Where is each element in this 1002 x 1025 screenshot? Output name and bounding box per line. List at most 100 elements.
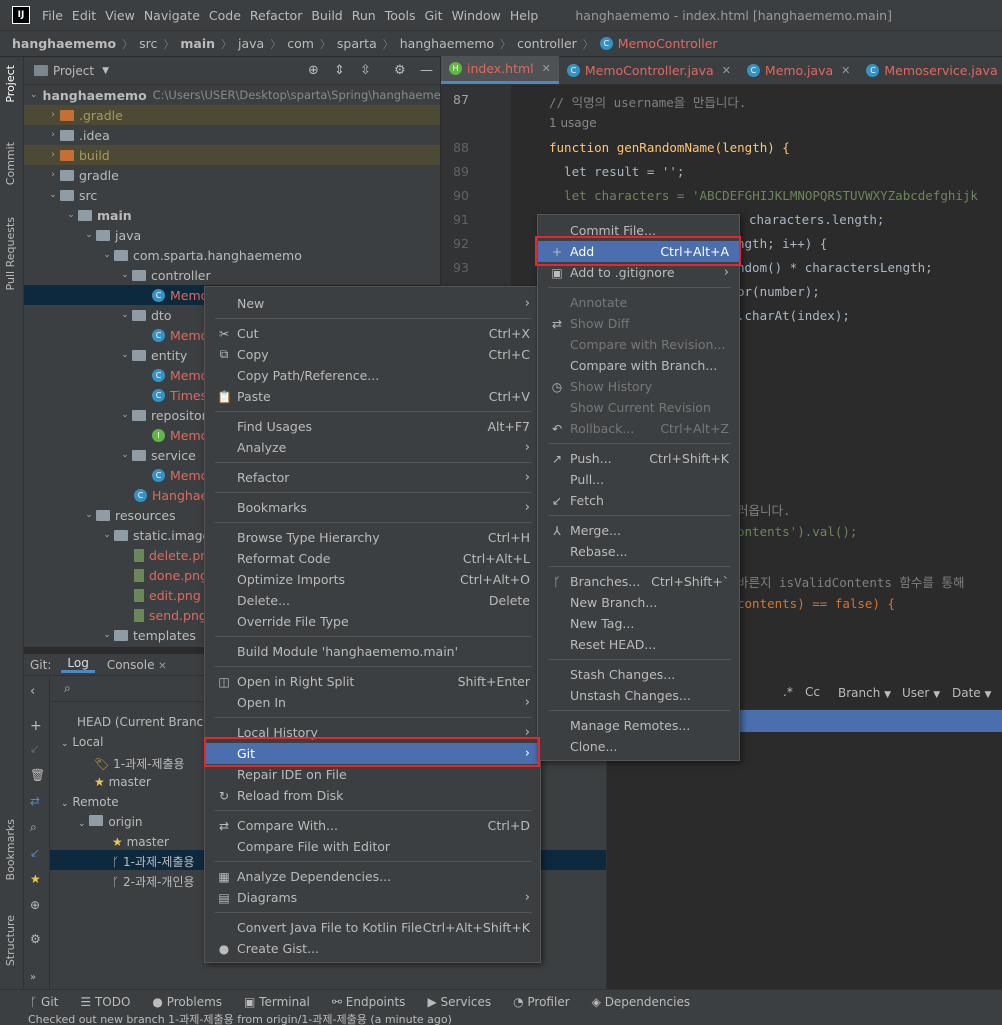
menu-build[interactable]: Build xyxy=(311,8,342,23)
menu-item-refactor[interactable]: Refactor › xyxy=(205,467,540,488)
tree-row[interactable]: ⌄ main xyxy=(64,205,440,225)
code-line[interactable]: 1 usage xyxy=(549,116,597,130)
menu-item-compare-with[interactable]: ⇄ Compare With... Ctrl+D xyxy=(205,815,540,836)
chevron-icon[interactable]: ⌄ xyxy=(30,90,38,100)
menu-item-open-in[interactable]: Open In › xyxy=(205,692,540,713)
chevron-icon[interactable]: ⌄ xyxy=(100,250,114,260)
menu-item-cut[interactable]: ✂ Cut Ctrl+X xyxy=(205,323,540,344)
menu-item-push[interactable]: ↗ Push... Ctrl+Shift+K xyxy=(538,448,739,469)
chevron-icon[interactable]: ⌄ xyxy=(82,230,96,240)
menu-item-create-gist[interactable]: ● Create Gist... xyxy=(205,938,540,959)
code-line[interactable]: let characters = 'ABCDEFGHIJKLMNOPQRSTUV… xyxy=(549,188,978,203)
menu-window[interactable]: Window xyxy=(452,8,501,23)
chevron-icon[interactable]: › xyxy=(46,150,60,160)
chevron-icon[interactable]: ⌄ xyxy=(118,270,132,280)
menu-item-reload-from-disk[interactable]: ↻ Reload from Disk xyxy=(205,785,540,806)
menu-item-manage-remotes[interactable]: Manage Remotes... xyxy=(538,715,739,736)
menu-item-convert-java-file-to-kotlin-file[interactable]: Convert Java File to Kotlin File Ctrl+Alt… xyxy=(205,917,540,938)
code-line[interactable]: function genRandomName(length) { xyxy=(549,140,790,155)
branch-remote-item[interactable]: ᚴ 2-과제-개인용 xyxy=(112,873,195,890)
tool-dependencies[interactable]: ◈ Dependencies xyxy=(592,995,690,1009)
menu-item-analyze-dependencies[interactable]: ▦ Analyze Dependencies... xyxy=(205,866,540,887)
menu-navigate[interactable]: Navigate xyxy=(144,8,200,23)
menu-item-new-tag[interactable]: New Tag... xyxy=(538,613,739,634)
code-line[interactable]: // 익명의 username을 만듭니다. xyxy=(549,92,746,111)
tab-memoservice[interactable]: CMemoservice.java✕ xyxy=(858,56,1002,84)
tool-git[interactable]: ᚴ Git xyxy=(30,995,58,1009)
code-line[interactable]: ontents').val(); xyxy=(737,524,857,539)
chevron-icon[interactable]: ⌄ xyxy=(46,190,60,200)
tree-row[interactable]: › build xyxy=(24,145,440,165)
branch-remote-item[interactable]: ★ master xyxy=(112,835,169,849)
branch-local-item[interactable]: 🏷 1-과제-제출용 xyxy=(94,755,185,772)
menu-item-new[interactable]: New › xyxy=(205,293,540,314)
expand-all-icon[interactable]: ⇕ xyxy=(334,63,345,78)
menu-item-new-branch[interactable]: New Branch... xyxy=(538,592,739,613)
menu-item-reset-head[interactable]: Reset HEAD... xyxy=(538,634,739,655)
add-icon[interactable]: + xyxy=(30,718,42,734)
collapse-all-icon[interactable]: ⇳ xyxy=(360,63,371,78)
tree-row[interactable]: › .idea xyxy=(46,125,440,145)
menu-view[interactable]: View xyxy=(105,8,135,23)
menu-tools[interactable]: Tools xyxy=(385,8,416,23)
chevron-icon[interactable]: ⌄ xyxy=(82,510,96,520)
code-line[interactable]: ngth; i++) { xyxy=(737,236,827,251)
code-line[interactable]: .charAt(index); xyxy=(737,308,850,323)
menu-item-compare-with-branch[interactable]: Compare with Branch... xyxy=(538,355,739,376)
code-line[interactable]: or(number); xyxy=(737,284,820,299)
project-view-title[interactable]: Project xyxy=(53,64,94,78)
menu-item-diagrams[interactable]: ▤ Diagrams › xyxy=(205,887,540,908)
menu-item-browse-type-hierarchy[interactable]: Browse Type Hierarchy Ctrl+H xyxy=(205,527,540,548)
code-line[interactable]: 바른지 isValidContents 함수를 통해 xyxy=(737,572,964,591)
tree-row[interactable]: › .gradle xyxy=(24,105,440,125)
chevron-icon[interactable]: ⌄ xyxy=(118,450,132,460)
tree-row[interactable]: ⌄ src xyxy=(46,185,440,205)
menu-edit[interactable]: Edit xyxy=(72,8,96,23)
back-icon[interactable]: ‹ xyxy=(30,684,35,699)
tool-problems[interactable]: ● Problems xyxy=(152,995,222,1009)
menu-item-copy-path-reference[interactable]: Copy Path/Reference... xyxy=(205,365,540,386)
menu-git[interactable]: Git xyxy=(425,8,443,23)
commit-tool-tab[interactable]: Commit xyxy=(4,142,17,185)
gear-icon[interactable]: ⚙ xyxy=(394,63,406,78)
tree-row[interactable]: › gradle xyxy=(46,165,440,185)
trash-icon[interactable]: 🗑 xyxy=(30,768,45,782)
menu-item-branches[interactable]: ᚴ Branches... Ctrl+Shift+` xyxy=(538,571,739,592)
chevron-down-icon[interactable]: ▼ xyxy=(102,66,109,76)
crumb-java[interactable]: java xyxy=(238,36,264,51)
tool-terminal[interactable]: ▣ Terminal xyxy=(244,995,310,1009)
tool-endpoints[interactable]: ⚯ Endpoints xyxy=(332,995,406,1009)
menu-item-fetch[interactable]: ↙ Fetch xyxy=(538,490,739,511)
menu-item-stash-changes[interactable]: Stash Changes... xyxy=(538,664,739,685)
update-icon[interactable]: ↙ xyxy=(30,846,40,860)
menu-item-repair-ide-on-file[interactable]: Repair IDE on File xyxy=(205,764,540,785)
chevron-icon[interactable]: ⌄ xyxy=(100,630,114,640)
chevron-icon[interactable]: ⌄ xyxy=(118,410,132,420)
chevron-icon[interactable]: › xyxy=(46,170,60,180)
crumb-project[interactable]: hanghaememo xyxy=(12,36,116,51)
tree-row[interactable]: ⌄ hanghaememo C:\Users\USER\Desktop\sparta… xyxy=(30,85,459,105)
chevron-icon[interactable]: › xyxy=(46,130,60,140)
fetch-icon[interactable]: ↙ xyxy=(30,742,40,756)
crumb-com[interactable]: com xyxy=(287,36,314,51)
tab-memo[interactable]: C Memo.java ✕ xyxy=(739,56,858,84)
branch-remote-group[interactable]: ⌄ Remote xyxy=(61,795,119,809)
close-icon[interactable]: ✕ xyxy=(542,62,551,75)
menu-item-rebase[interactable]: Rebase... xyxy=(538,541,739,562)
menu-item-show-history[interactable]: ◷ Show History xyxy=(538,376,739,397)
menu-item-optimize-imports[interactable]: Optimize Imports Ctrl+Alt+O xyxy=(205,569,540,590)
menu-item-unstash-changes[interactable]: Unstash Changes... xyxy=(538,685,739,706)
search-icon[interactable]: ⌕ xyxy=(30,820,37,835)
code-line[interactable]: contents) == false) { xyxy=(737,596,895,611)
menu-item-annotate[interactable]: Annotate xyxy=(538,292,739,313)
chevron-icon[interactable]: ⌄ xyxy=(100,530,114,540)
locate-icon[interactable]: ⊕ xyxy=(308,63,319,78)
branch-filter[interactable]: Branch ▼ xyxy=(838,686,891,700)
date-filter[interactable]: Date ▼ xyxy=(952,686,991,700)
tab-log[interactable]: Log xyxy=(61,656,95,673)
menu-code[interactable]: Code xyxy=(209,8,241,23)
menu-item-build-module-hanghaememo-main[interactable]: Build Module 'hanghaememo.main' xyxy=(205,641,540,662)
minimize-icon[interactable]: — xyxy=(420,63,433,78)
tool-services[interactable]: ▶ Services xyxy=(427,995,491,1009)
tree-row[interactable]: ⌄ controller xyxy=(118,265,440,285)
